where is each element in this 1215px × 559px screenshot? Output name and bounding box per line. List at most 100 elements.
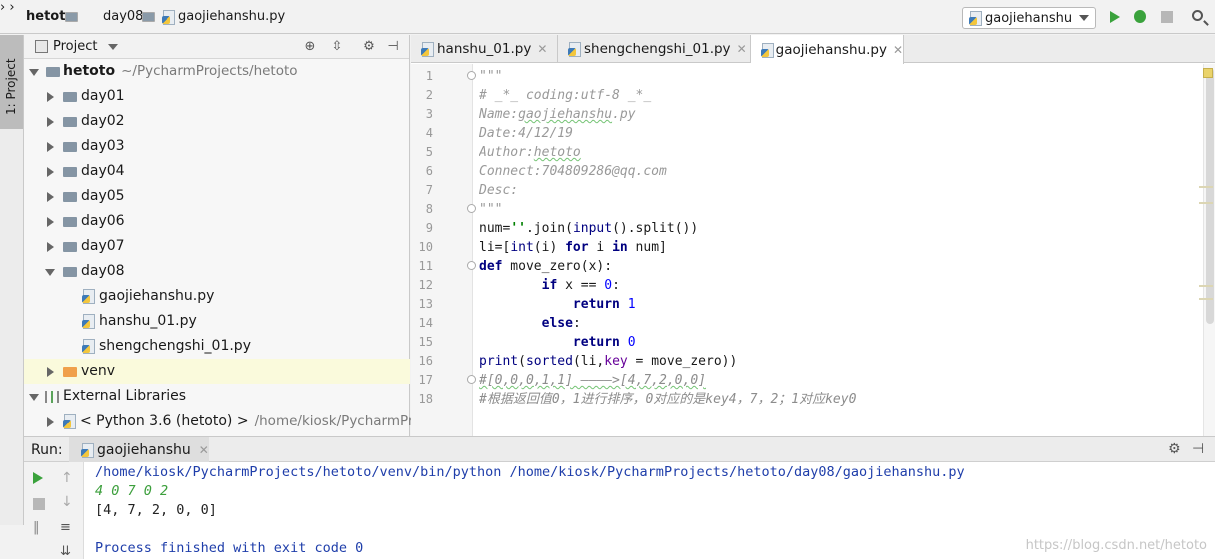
- collapse-arrow-icon[interactable]: [47, 367, 54, 377]
- stop-icon[interactable]: [33, 498, 45, 510]
- tree-item-folder-open[interactable]: day08: [24, 259, 410, 284]
- tab-hanshu-01[interactable]: hanshu_01.py ✕: [411, 35, 558, 63]
- tree-item-folder[interactable]: day04: [24, 159, 410, 184]
- fold-marker-icon[interactable]: [467, 204, 476, 213]
- expand-arrow-icon[interactable]: [29, 69, 39, 76]
- docstring: Desc:: [479, 183, 519, 198]
- tree-item-file[interactable]: shengchengshi_01.py: [24, 334, 410, 359]
- tree-item-folder[interactable]: day05: [24, 184, 410, 209]
- hide-icon[interactable]: ⊣: [1192, 441, 1204, 457]
- collapse-arrow-icon[interactable]: [47, 242, 54, 252]
- fold-marker-icon[interactable]: [467, 71, 476, 80]
- tree-item-folder[interactable]: day06: [24, 209, 410, 234]
- line-number-gutter: 1 2 3 4 5 6 7 8 9 10 11 12 13 14 15 16 1…: [411, 64, 476, 436]
- tree-item-file[interactable]: gaojiehanshu.py: [24, 284, 410, 309]
- code-line: """: [479, 67, 502, 86]
- code-token: i: [588, 240, 613, 255]
- search-icon[interactable]: [1192, 10, 1203, 21]
- run-tab-gaojiehanshu[interactable]: gaojiehanshu ✕: [69, 437, 209, 462]
- tree-item-venv[interactable]: venv: [24, 359, 410, 384]
- dropdown-arrow-icon: [1079, 15, 1089, 21]
- tree-item-file[interactable]: hanshu_01.py: [24, 309, 410, 334]
- python-file-icon: [82, 289, 95, 304]
- tree-item-label: day03: [81, 138, 125, 154]
- expand-arrow-icon[interactable]: [29, 394, 39, 401]
- tree-item-folder[interactable]: day03: [24, 134, 410, 159]
- close-icon[interactable]: ✕: [893, 43, 903, 57]
- code-line: Name:gaojiehanshu.py: [479, 105, 636, 124]
- left-tool-stripe-bottom: [0, 401, 24, 525]
- collapse-arrow-icon[interactable]: [47, 417, 54, 427]
- tree-item-label: day07: [81, 238, 125, 254]
- inspection-status-icon[interactable]: [1203, 68, 1213, 78]
- tab-shengchengshi-01[interactable]: shengchengshi_01.py ✕: [558, 35, 751, 63]
- stop-icon[interactable]: [1161, 11, 1173, 23]
- collapse-arrow-icon[interactable]: [47, 192, 54, 202]
- collapse-arrow-icon[interactable]: [47, 92, 54, 102]
- tree-item-external-libraries[interactable]: External Libraries: [24, 384, 410, 409]
- code-line: #根据返回值0，1进行排序，0对应的是key4，7，2；1对应key0: [479, 390, 856, 409]
- code-token: '': [510, 221, 526, 236]
- rerun-icon[interactable]: [33, 472, 43, 484]
- tree-item-folder[interactable]: day07: [24, 234, 410, 259]
- tree-item-folder[interactable]: day01: [24, 84, 410, 109]
- editor-scrollbar[interactable]: [1203, 64, 1215, 436]
- code-area[interactable]: """ # _*_ coding:utf-8 _*_ Name:gaojieha…: [479, 64, 1199, 436]
- fold-marker-icon[interactable]: [467, 261, 476, 270]
- arrow-up-icon[interactable]: ↑: [61, 470, 73, 486]
- code-token: :: [572, 316, 581, 331]
- gear-icon[interactable]: ⚙: [1168, 441, 1181, 457]
- arrow-down-icon[interactable]: ↓: [61, 494, 73, 510]
- dropdown-arrow-icon[interactable]: [108, 44, 118, 50]
- code-token: :: [612, 278, 620, 293]
- close-icon[interactable]: ✕: [737, 42, 747, 56]
- breadcrumb-project[interactable]: hetoto: [9, 9, 78, 24]
- tree-item-label: shengchengshi_01.py: [99, 338, 251, 354]
- editor: hanshu_01.py ✕ shengchengshi_01.py ✕ gao…: [411, 35, 1215, 436]
- expand-arrow-icon[interactable]: [45, 269, 55, 276]
- left-tool-stripe: 1: Project: [0, 35, 24, 436]
- project-panel-title[interactable]: Project: [53, 39, 97, 54]
- run-config-selector[interactable]: gaojiehanshu: [962, 7, 1096, 29]
- collapse-arrow-icon[interactable]: [47, 117, 54, 127]
- collapse-arrow-icon[interactable]: [47, 142, 54, 152]
- hide-icon[interactable]: ⊣: [386, 40, 400, 54]
- docstring: Author:: [479, 145, 534, 160]
- folder-icon: [63, 192, 77, 202]
- pause-icon[interactable]: ‖: [33, 520, 45, 535]
- code-line: Connect:704809286@qq.com: [479, 162, 667, 181]
- python-file-icon: [568, 42, 581, 57]
- folder-icon: [65, 11, 78, 22]
- docstring: .py: [612, 107, 636, 122]
- line-number: 9: [425, 221, 433, 235]
- debug-icon[interactable]: [1134, 10, 1146, 23]
- code-token: 0: [604, 278, 613, 293]
- line-number: 10: [418, 240, 433, 254]
- code-line: print(sorted(li,key = move_zero)): [479, 352, 737, 371]
- collapse-all-icon[interactable]: ⇳: [330, 40, 344, 54]
- project-tool-tab[interactable]: 1: Project: [0, 35, 23, 129]
- tree-item-folder[interactable]: day02: [24, 109, 410, 134]
- breadcrumb-file[interactable]: gaojiehanshu.py: [162, 9, 285, 25]
- run-config-label: gaojiehanshu: [985, 10, 1073, 26]
- tree-item-python-sdk[interactable]: < Python 3.6 (hetoto) > /home/kiosk/Pycha…: [24, 409, 421, 434]
- close-icon[interactable]: ✕: [199, 443, 209, 457]
- collapse-arrow-icon[interactable]: [47, 217, 54, 227]
- tab-gaojiehanshu[interactable]: gaojiehanshu.py ✕: [751, 35, 904, 64]
- line-number: 14: [418, 316, 433, 330]
- soft-wrap-icon[interactable]: ≡: [60, 520, 72, 535]
- close-icon[interactable]: ✕: [537, 42, 547, 56]
- code-token: 0: [627, 335, 636, 350]
- code-token: ().split()): [612, 221, 699, 236]
- tree-item-label: External Libraries: [63, 388, 186, 404]
- scroll-to-end-icon[interactable]: ⇊: [60, 544, 72, 559]
- tree-item-root[interactable]: hetoto ~/PycharmProjects/hetoto: [24, 59, 410, 84]
- gear-icon[interactable]: ⚙: [362, 40, 376, 54]
- breadcrumb-folder[interactable]: day08: [86, 9, 155, 24]
- tree-item-path: /home/kiosk/PycharmPro: [254, 413, 422, 429]
- run-icon[interactable]: [1110, 11, 1120, 23]
- fold-marker-icon[interactable]: [467, 375, 476, 384]
- collapse-arrow-icon[interactable]: [47, 167, 54, 177]
- locate-icon[interactable]: ⊕: [303, 40, 317, 54]
